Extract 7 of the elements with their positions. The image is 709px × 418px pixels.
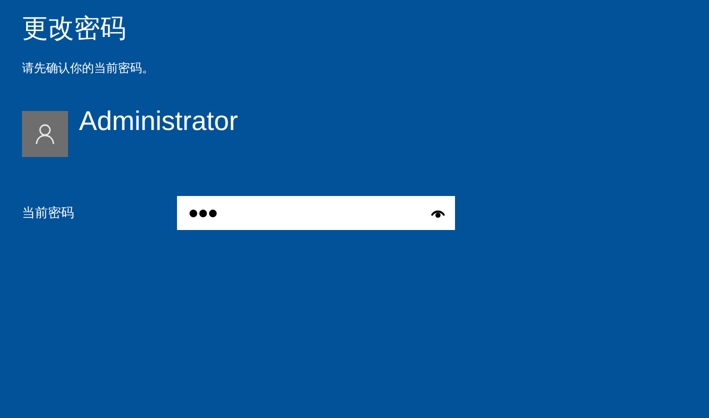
field-label: 当前密码 <box>22 205 75 222</box>
instruction-text: 请先确认你的当前密码。 <box>22 60 155 77</box>
password-field[interactable]: ●●● <box>177 196 455 230</box>
eye-icon[interactable] <box>430 208 446 218</box>
user-name: Administrator <box>79 107 238 135</box>
page-title: 更改密码 <box>22 13 127 46</box>
avatar-icon <box>22 111 68 157</box>
